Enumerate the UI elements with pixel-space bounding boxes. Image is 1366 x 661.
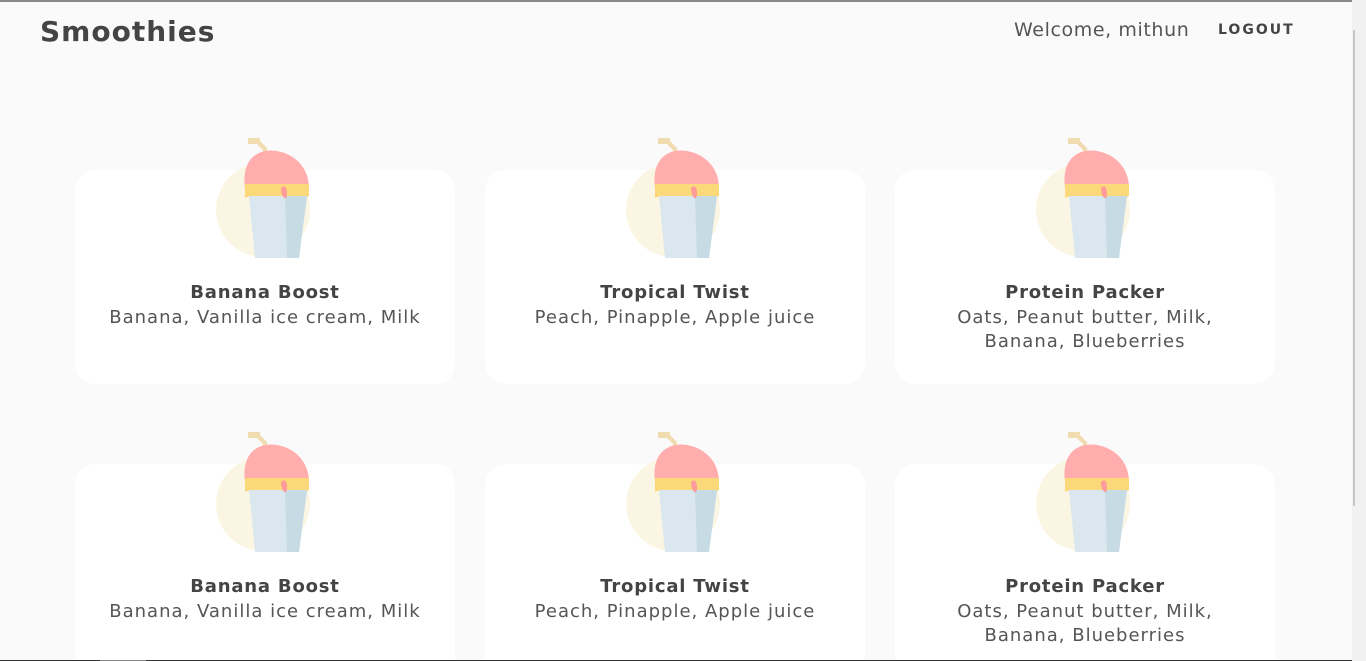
smoothie-title: Tropical Twist bbox=[600, 282, 750, 303]
smoothie-ingredients: Banana, Vanilla ice cream, Milk bbox=[109, 601, 421, 622]
smoothie-title: Banana Boost bbox=[190, 576, 340, 597]
brand-title[interactable]: Smoothies bbox=[40, 15, 215, 48]
smoothie-title: Tropical Twist bbox=[600, 576, 750, 597]
smoothie-ingredients: Peach, Pinapple, Apple juice bbox=[534, 307, 816, 328]
smoothie-title: Protein Packer bbox=[1005, 576, 1165, 597]
scrollbar-thumb[interactable] bbox=[1353, 30, 1355, 506]
smoothie-cup-icon bbox=[216, 138, 310, 258]
page: Smoothies Welcome, mithun LOGOUT Banana … bbox=[0, 0, 1352, 661]
logout-button[interactable]: LOGOUT bbox=[1218, 22, 1295, 38]
smoothie-cup-icon bbox=[1036, 432, 1130, 552]
smoothie-card[interactable]: Banana Boost Banana, Vanilla ice cream, … bbox=[75, 138, 455, 384]
smoothie-card[interactable]: Tropical Twist Peach, Pinapple, Apple ju… bbox=[485, 432, 865, 661]
smoothie-title: Protein Packer bbox=[1005, 282, 1165, 303]
smoothie-cup-icon bbox=[626, 138, 720, 258]
smoothie-card[interactable]: Banana Boost Banana, Vanilla ice cream, … bbox=[75, 432, 455, 661]
smoothie-cup-icon bbox=[626, 432, 720, 552]
smoothie-card[interactable]: Tropical Twist Peach, Pinapple, Apple ju… bbox=[485, 138, 865, 384]
smoothie-ingredients: Peach, Pinapple, Apple juice bbox=[534, 601, 816, 622]
smoothie-ingredients: Oats, Peanut butter, Milk, Banana, Blueb… bbox=[957, 307, 1213, 352]
smoothie-cup-icon bbox=[1036, 138, 1130, 258]
smoothie-ingredients: Banana, Vanilla ice cream, Milk bbox=[109, 307, 421, 328]
smoothie-card[interactable]: Protein Packer Oats, Peanut butter, Milk… bbox=[895, 138, 1275, 384]
smoothie-cup-icon bbox=[216, 432, 310, 552]
smoothie-card[interactable]: Protein Packer Oats, Peanut butter, Milk… bbox=[895, 432, 1275, 661]
smoothie-title: Banana Boost bbox=[190, 282, 340, 303]
welcome-message: Welcome, mithun bbox=[1014, 19, 1190, 41]
vertical-scrollbar[interactable] bbox=[1352, 0, 1366, 661]
smoothie-ingredients: Oats, Peanut butter, Milk, Banana, Blueb… bbox=[957, 601, 1213, 646]
